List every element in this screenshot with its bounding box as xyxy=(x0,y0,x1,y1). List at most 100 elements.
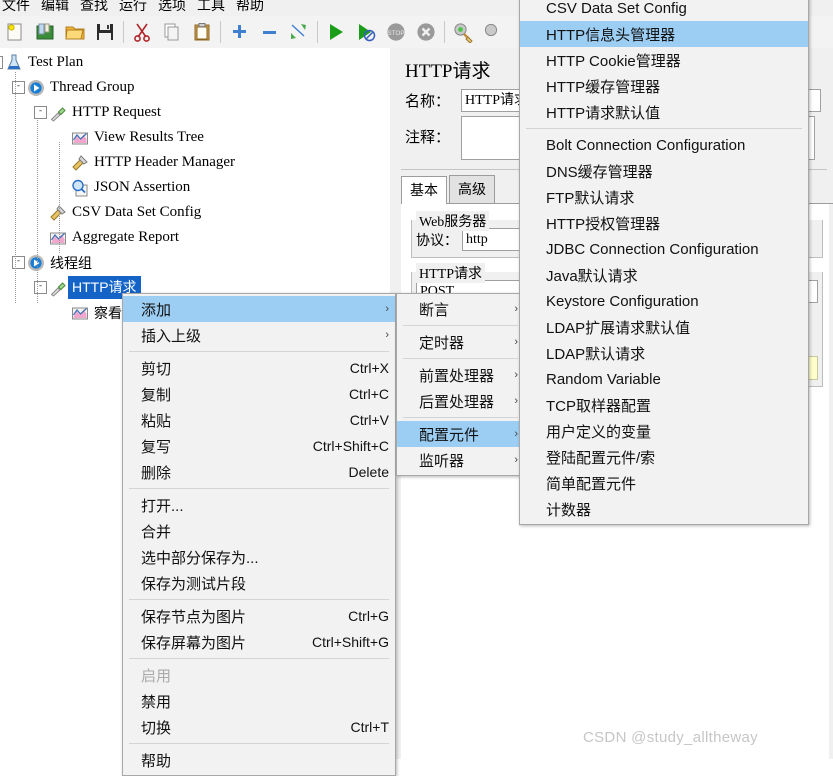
menu-item-粘贴[interactable]: 粘贴 Ctrl+V xyxy=(123,407,395,433)
menu-item-用户定义的变量[interactable]: 用户定义的变量 xyxy=(520,418,808,444)
shutdown-icon xyxy=(411,17,441,47)
menu-item-删除[interactable]: 删除 Delete xyxy=(123,459,395,485)
menu-item-HTTP信息头管理器[interactable]: HTTP信息头管理器 xyxy=(520,21,808,47)
menu-item-帮助[interactable]: 帮助 xyxy=(123,747,395,773)
menu-item-KeystoreConfigurat[interactable]: Keystore Configuration xyxy=(520,288,808,314)
toggle-icon[interactable] xyxy=(284,17,314,47)
menu-item-label: 删除 xyxy=(141,464,172,482)
copy-icon[interactable] xyxy=(157,17,187,47)
menu-item-BoltConnectionConf[interactable]: Bolt Connection Configuration xyxy=(520,132,808,158)
menu-item-label: 复制 xyxy=(141,386,172,404)
tree-toggle-0[interactable]: - xyxy=(0,56,3,69)
chevron-right-icon: › xyxy=(514,303,518,315)
toolbar-separator xyxy=(444,21,445,43)
tree-node-2[interactable]: - HTTP Request xyxy=(0,100,390,125)
menubar-item-4[interactable]: 选项 xyxy=(158,0,186,15)
tree-node-1[interactable]: - Thread Group xyxy=(0,75,390,100)
menu-item-监听器[interactable]: 监听器 › xyxy=(397,447,524,473)
chevron-right-icon: › xyxy=(385,303,389,315)
menu-item-LDAP默认请求[interactable]: LDAP默认请求 xyxy=(520,340,808,366)
menu-item-切换[interactable]: 切换 Ctrl+T xyxy=(123,714,395,740)
menu-item-复写[interactable]: 复写 Ctrl+Shift+C xyxy=(123,433,395,459)
menu-item-打开[interactable]: 打开... xyxy=(123,492,395,518)
menu-item-断言[interactable]: 断言 › xyxy=(397,296,524,322)
stop-icon: STOP xyxy=(381,17,411,47)
clear-icon[interactable] xyxy=(448,17,478,47)
open-icon[interactable] xyxy=(60,17,90,47)
menu-item-FTP默认请求[interactable]: FTP默认请求 xyxy=(520,184,808,210)
menubar-item-1[interactable]: 编辑 xyxy=(41,0,69,15)
menu-item-label: 保存屏幕为图片 xyxy=(141,634,247,652)
menu-item-配置元件[interactable]: 配置元件 › xyxy=(397,421,524,447)
menu-separator xyxy=(129,658,389,659)
paste-icon[interactable] xyxy=(187,17,217,47)
menu-item-Java默认请求[interactable]: Java默认请求 xyxy=(520,262,808,288)
menu-item-简单配置元件[interactable]: 简单配置元件 xyxy=(520,470,808,496)
menu-item-HTTP缓存管理器[interactable]: HTTP缓存管理器 xyxy=(520,73,808,99)
web-server-group-title: Web服务器 xyxy=(416,211,490,231)
tab-basic[interactable]: 基本 xyxy=(401,176,447,204)
menu-item-HTTP请求默认值[interactable]: HTTP请求默认值 xyxy=(520,99,808,125)
menubar-item-6[interactable]: 帮助 xyxy=(236,0,264,15)
menu-item-选中部分保存为[interactable]: 选中部分保存为... xyxy=(123,544,395,570)
menu-item-登陆配置元件索[interactable]: 登陆配置元件/索 xyxy=(520,444,808,470)
menu-item-计数器[interactable]: 计数器 xyxy=(520,496,808,522)
menu-item-label: 定时器 xyxy=(419,334,465,352)
cut-icon[interactable] xyxy=(127,17,157,47)
expand-all-icon[interactable] xyxy=(224,17,254,47)
tab-advanced[interactable]: 高级 xyxy=(449,175,495,203)
menu-item-后置处理器[interactable]: 后置处理器 › xyxy=(397,388,524,414)
tree-toggle-9[interactable]: - xyxy=(34,281,47,294)
tree-node-8[interactable]: - 线程组 xyxy=(0,250,390,275)
menu-item-shortcut: Ctrl+G xyxy=(348,608,389,624)
menu-item-保存为测试片段[interactable]: 保存为测试片段 xyxy=(123,570,395,596)
menu-item-保存屏幕为图片[interactable]: 保存屏幕为图片 Ctrl+Shift+G xyxy=(123,629,395,655)
tree-toggle-2[interactable]: - xyxy=(34,106,47,119)
menu-item-合并[interactable]: 合并 xyxy=(123,518,395,544)
tree-context-menu[interactable]: 添加 › 插入上级 › 剪切 Ctrl+X 复制 Ctrl+C 粘贴 Ctrl+V 复写 Ctrl+S… xyxy=(122,293,396,776)
templates-icon[interactable] xyxy=(30,17,60,47)
menubar-item-2[interactable]: 查找 xyxy=(80,0,108,15)
menubar-item-0[interactable]: 文件 xyxy=(2,0,30,15)
save-icon[interactable] xyxy=(90,17,120,47)
menubar-item-5[interactable]: 工具 xyxy=(197,0,225,15)
menu-item-LDAP扩展请求默认值[interactable]: LDAP扩展请求默认值 xyxy=(520,314,808,340)
http-request-icon xyxy=(48,103,68,123)
tree-node-0[interactable]: - Test Plan xyxy=(0,50,390,75)
menu-item-label: 简单配置元件 xyxy=(546,475,637,493)
menu-item-HTTPCookie管理器[interactable]: HTTP Cookie管理器 xyxy=(520,47,808,73)
menu-item-TCP取样器配置[interactable]: TCP取样器配置 xyxy=(520,392,808,418)
new-icon[interactable] xyxy=(0,17,30,47)
start-no-pauses-icon[interactable] xyxy=(351,17,381,47)
menu-item-启用[interactable]: 启用 xyxy=(123,662,395,688)
chevron-right-icon: › xyxy=(514,336,518,348)
menu-item-插入上级[interactable]: 插入上级 › xyxy=(123,322,395,348)
menu-item-shortcut: Ctrl+Shift+C xyxy=(312,438,389,454)
chevron-right-icon: › xyxy=(514,428,518,440)
menu-item-复制[interactable]: 复制 Ctrl+C xyxy=(123,381,395,407)
menu-item-保存节点为图片[interactable]: 保存节点为图片 Ctrl+G xyxy=(123,603,395,629)
menu-item-前置处理器[interactable]: 前置处理器 › xyxy=(397,362,524,388)
clear-all-icon[interactable] xyxy=(478,17,508,47)
menu-item-添加[interactable]: 添加 › xyxy=(123,296,395,322)
menu-item-禁用[interactable]: 禁用 xyxy=(123,688,395,714)
chevron-right-icon: › xyxy=(514,369,518,381)
menu-item-shortcut: Ctrl+Shift+G xyxy=(311,634,389,650)
menu-item-label: Java默认请求 xyxy=(546,267,638,285)
menu-item-剪切[interactable]: 剪切 Ctrl+X xyxy=(123,355,395,381)
menu-item-HTTP授权管理器[interactable]: HTTP授权管理器 xyxy=(520,210,808,236)
menu-item-JDBCConnectionConf[interactable]: JDBC Connection Configuration xyxy=(520,236,808,262)
tree-toggle-1[interactable]: - xyxy=(12,81,25,94)
start-icon[interactable] xyxy=(321,17,351,47)
add-submenu[interactable]: 断言 › 定时器 › 前置处理器 › 后置处理器 › 配置元件 › 监听器 › xyxy=(396,293,525,476)
listener-icon xyxy=(48,228,68,248)
menu-item-DNS缓存管理器[interactable]: DNS缓存管理器 xyxy=(520,158,808,184)
tree-toggle-8[interactable]: - xyxy=(12,256,25,269)
menu-item-定时器[interactable]: 定时器 › xyxy=(397,329,524,355)
chevron-right-icon: › xyxy=(514,454,518,466)
menu-item-CSVDataSetConfig[interactable]: CSV Data Set Config xyxy=(520,0,808,21)
menu-item-RandomVariable[interactable]: Random Variable xyxy=(520,366,808,392)
collapse-all-icon[interactable] xyxy=(254,17,284,47)
config-element-submenu[interactable]: CSV Data Set Config HTTP信息头管理器 HTTP Cookie… xyxy=(519,0,809,525)
menubar-item-3[interactable]: 运行 xyxy=(119,0,147,15)
